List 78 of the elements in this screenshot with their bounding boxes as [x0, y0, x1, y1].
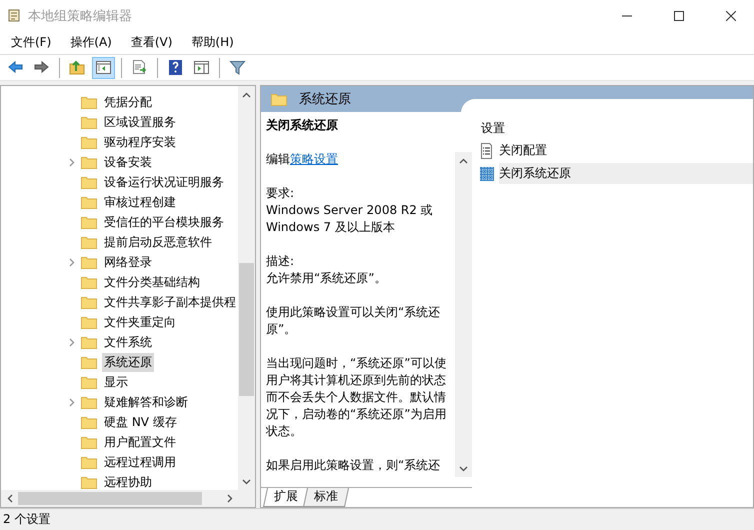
folder-icon — [81, 155, 97, 169]
folder-icon — [81, 355, 97, 369]
scroll-up-icon[interactable] — [459, 158, 468, 164]
vertical-scrollbar[interactable] — [238, 86, 255, 490]
folder-icon — [81, 315, 97, 329]
folder-icon — [81, 175, 97, 189]
folder-icon — [81, 275, 97, 289]
setting-item[interactable]: 关闭配置 — [499, 140, 753, 161]
tree-item[interactable]: 文件分类基础结构 — [102, 272, 202, 292]
scroll-right-icon[interactable] — [226, 494, 232, 503]
setting-icon — [479, 166, 495, 182]
status-bar: 2 个设置 — [0, 508, 754, 530]
tree-item[interactable]: 文件系统 — [102, 332, 154, 352]
edit-label: 编辑 — [266, 152, 290, 166]
header-title: 系统还原 — [299, 91, 351, 108]
folder-icon — [81, 455, 97, 469]
folder-icon — [81, 235, 97, 249]
folder-icon — [81, 95, 97, 109]
folder-icon — [81, 435, 97, 449]
description-text: 描述: 允许禁用“系统还原”。 — [266, 253, 388, 287]
folder-icon — [81, 295, 97, 309]
tree-item[interactable]: 文件夹重定向 — [102, 312, 178, 332]
tree-item[interactable]: 系统还原 — [102, 352, 154, 372]
tree-item[interactable]: 凭据分配 — [102, 92, 154, 112]
menu-item[interactable]: 查看(V) — [124, 34, 180, 51]
folder-icon — [81, 195, 97, 209]
tree-item[interactable]: 文件共享影子副本提供程 — [102, 292, 238, 312]
setting-item[interactable]: 关闭系统还原 — [499, 163, 753, 184]
maximize-icon — [674, 10, 684, 20]
expand-chevron-icon[interactable] — [69, 338, 75, 346]
folder-icon — [81, 115, 97, 129]
tree-item[interactable]: 驱动程序安装 — [102, 132, 178, 152]
folder-icon — [81, 255, 97, 269]
menu-item[interactable]: 操作(A) — [63, 34, 119, 51]
policy-heading: 关闭系统还原 — [266, 117, 339, 134]
tree-item[interactable]: 显示 — [102, 372, 130, 392]
menu-item[interactable]: 帮助(H) — [184, 34, 241, 51]
horizontal-scrollbar[interactable] — [1, 490, 255, 507]
folder-icon — [81, 375, 97, 389]
column-header: 设置 — [480, 120, 506, 137]
vertical-scrollbar[interactable] — [455, 152, 472, 477]
folder-icon — [81, 135, 97, 149]
folder-icon — [271, 92, 287, 106]
menu-item[interactable]: 文件(F) — [4, 34, 58, 51]
document-icon — [479, 142, 495, 158]
tree-item[interactable]: 远程过程调用 — [102, 452, 178, 472]
scroll-left-icon[interactable] — [6, 494, 12, 503]
tree-item[interactable]: 用户配置文件 — [102, 432, 178, 452]
description-text: 如果启用此策略设置，则“系统还 — [266, 457, 442, 474]
tree-item[interactable]: 疑难解答和诊断 — [102, 392, 190, 412]
scroll-down-icon[interactable] — [242, 478, 251, 484]
tree-item[interactable]: 远程协助 — [102, 472, 154, 490]
scroll-down-icon[interactable] — [459, 466, 468, 472]
description-text: 要求: Windows Server 2008 R2 或 Windows 7 及以上版本 — [266, 185, 434, 236]
policy-settings-link[interactable]: 策略设置 — [290, 152, 338, 166]
expand-chevron-icon[interactable] — [69, 258, 75, 266]
expand-chevron-icon[interactable] — [69, 398, 75, 406]
tree-item[interactable]: 提前启动反恶意软件 — [102, 232, 214, 252]
tab[interactable]: 标准 — [302, 488, 350, 507]
tree-item[interactable]: 区域设置服务 — [102, 112, 178, 132]
tree-item[interactable]: 受信任的平台模块服务 — [102, 212, 226, 232]
folder-icon — [81, 415, 97, 429]
tree-item[interactable]: 设备运行状况证明服务 — [102, 172, 226, 192]
window-title: 本地组策略编辑器 — [28, 8, 133, 24]
tree-item[interactable]: 硬盘 NV 缓存 — [102, 412, 179, 432]
folder-icon — [81, 395, 97, 409]
description-text: 使用此策略设置可以关闭“系统还原”。 — [266, 304, 442, 338]
tree-item[interactable]: 审核过程创建 — [102, 192, 178, 212]
tree-item[interactable]: 设备安装 — [102, 152, 154, 172]
scroll-up-icon[interactable] — [242, 92, 251, 98]
close-icon — [726, 10, 736, 20]
description-text: 当出现问题时，“系统还原”可以使用户将其计算机还原到先前的状态而不会丢失个人数据文件。默认情况下，启动卷的“系统还原”为启用状态。 — [266, 355, 448, 440]
expand-chevron-icon[interactable] — [69, 158, 75, 166]
panel-button[interactable] — [92, 56, 115, 78]
tree-item[interactable]: 网络登录 — [102, 252, 154, 272]
folder-icon — [81, 215, 97, 229]
app-icon — [6, 8, 22, 24]
folder-icon — [81, 335, 97, 349]
